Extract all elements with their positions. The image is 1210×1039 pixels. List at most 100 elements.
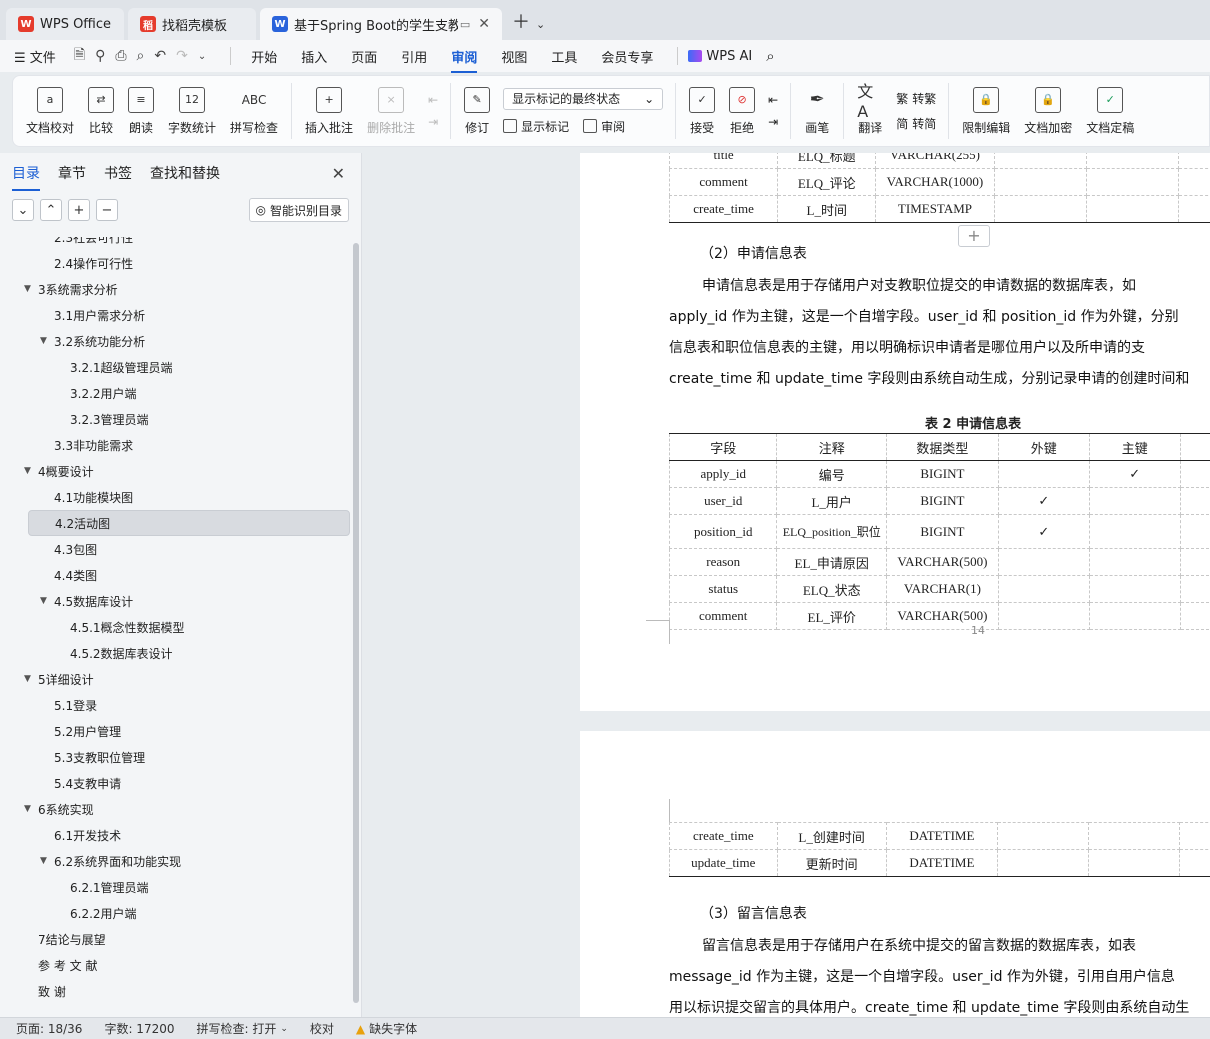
toc-item[interactable]: 致 谢 [0, 978, 352, 1004]
toc-item[interactable]: ▼ 6.2系统界面和功能实现 [0, 848, 352, 874]
toc-item[interactable]: 6.2.1管理员端 [0, 874, 352, 900]
toc-item[interactable]: 3.2.1超级管理员端 [0, 354, 352, 380]
toc-item[interactable]: 7结论与展望 [0, 926, 352, 952]
expand-arrow-icon[interactable]: ▼ [24, 284, 38, 294]
menu-tools[interactable]: 工具 [551, 47, 577, 66]
tab-find-replace[interactable]: 查找和替换 [150, 163, 220, 183]
restrict-edit-button[interactable]: 🔒 限制编辑 [955, 81, 1017, 141]
menu-insert[interactable]: 插入 [301, 47, 327, 66]
new-tab-icon[interactable]: ＋ [512, 8, 530, 34]
menu-file[interactable]: ☰ 文件 [14, 47, 56, 66]
next-revision-icon[interactable]: ⇥ [768, 115, 778, 129]
toc-item[interactable]: 3.3非功能需求 [0, 432, 352, 458]
revise-button[interactable]: ✎ 修订 [457, 81, 497, 141]
spell-check-button[interactable]: ABC 拼写检查 [223, 81, 285, 141]
word-count-indicator[interactable]: 字数: 17200 [104, 1020, 174, 1037]
expand-arrow-icon[interactable]: ▼ [40, 336, 54, 346]
tab-document[interactable]: W 基于Spring Boot的学生支教 ▭ ✕ [260, 8, 502, 40]
proofread-button[interactable]: a 文档校对 [19, 81, 81, 141]
page-indicator[interactable]: 页面: 18/36 [16, 1020, 82, 1037]
toc-item[interactable]: ▼ 3.2系统功能分析 [0, 328, 352, 354]
translate-button[interactable]: 文A 翻译 [850, 81, 890, 141]
reject-button[interactable]: ⊘ 拒绝 [722, 81, 762, 141]
expand-arrow-icon[interactable]: ▼ [24, 804, 38, 814]
encrypt-button[interactable]: 🔒 文档加密 [1017, 81, 1079, 141]
toc-item[interactable]: ▼ 4概要设计 [0, 458, 352, 484]
pen-button[interactable]: ✒ 画笔 [797, 81, 837, 141]
chevron-down-icon[interactable]: ⌄ [198, 51, 206, 62]
undo-icon[interactable]: ↶ [154, 48, 166, 64]
tab-template[interactable]: 稻 找稻壳模板 [128, 8, 256, 40]
menu-reference[interactable]: 引用 [401, 47, 427, 66]
print-icon[interactable]: ⎙ [115, 48, 126, 64]
close-icon[interactable]: ✕ [332, 164, 345, 183]
print-preview-icon[interactable]: ⌕ [137, 48, 145, 64]
remove-heading-icon[interactable]: − [96, 199, 118, 221]
previous-comment-icon[interactable]: ⇤ [428, 93, 438, 107]
to-traditional-button[interactable]: 繁转繁 [896, 90, 936, 107]
redo-icon[interactable]: ↷ [176, 48, 188, 64]
toc-item[interactable]: ▼ 3系统需求分析 [0, 276, 352, 302]
expand-arrow-icon[interactable]: ▼ [24, 674, 38, 684]
next-comment-icon[interactable]: ⇥ [428, 115, 438, 129]
menu-member[interactable]: 会员专享 [601, 47, 653, 66]
review-pane-button[interactable]: 审阅 [583, 118, 625, 135]
show-markup-button[interactable]: 显示标记 [503, 118, 569, 135]
to-simplified-button[interactable]: 简转简 [896, 115, 936, 132]
toc-item[interactable]: 2.3社会可行性 [0, 237, 352, 250]
toc-item[interactable]: 5.4支教申请 [0, 770, 352, 796]
save-icon[interactable]: 🗎 [74, 44, 85, 68]
proof-indicator[interactable]: 校对 [310, 1020, 334, 1037]
expand-icon[interactable]: ⌃ [40, 199, 62, 221]
compare-button[interactable]: ⇄ 比较 [81, 81, 121, 141]
toc-item[interactable]: 5.2用户管理 [0, 718, 352, 744]
menu-page[interactable]: 页面 [351, 47, 377, 66]
toc-item[interactable]: 3.2.2用户端 [0, 380, 352, 406]
collapse-icon[interactable]: ⌄ [12, 199, 34, 221]
close-icon[interactable]: ✕ [478, 16, 490, 32]
scrollbar[interactable] [353, 243, 359, 1003]
spell-check-indicator[interactable]: 拼写检查: 打开 ⌄ [197, 1020, 288, 1037]
missing-font-indicator[interactable]: ▲ 缺失字体 [356, 1020, 417, 1037]
smart-toc-button[interactable]: ◎ 智能识别目录 [248, 198, 349, 222]
tab-bookmark[interactable]: 书签 [104, 163, 132, 183]
tab-chapter[interactable]: 章节 [58, 163, 86, 183]
search-icon[interactable]: ⌕ [766, 47, 774, 65]
toc-item[interactable]: ▼ 5详细设计 [0, 666, 352, 692]
toc-item[interactable]: 3.1用户需求分析 [0, 302, 352, 328]
expand-arrow-icon[interactable]: ▼ [40, 596, 54, 606]
add-heading-icon[interactable]: + [68, 199, 90, 221]
toc-item[interactable]: 4.3包图 [0, 536, 352, 562]
menu-start[interactable]: 开始 [251, 47, 277, 66]
toc-item[interactable]: 4.2活动图 [28, 510, 350, 536]
toc-item[interactable]: 4.4类图 [0, 562, 352, 588]
toc-item[interactable]: 4.5.2数据库表设计 [0, 640, 352, 666]
previous-revision-icon[interactable]: ⇤ [768, 93, 778, 107]
add-row-button[interactable]: + [958, 225, 990, 247]
wps-ai-button[interactable]: WPS AI [688, 49, 752, 64]
finalize-button[interactable]: ✓ 文档定稿 [1079, 81, 1141, 141]
chevron-down-icon[interactable]: ⌄ [536, 18, 545, 31]
toc-item[interactable]: 6.2.2用户端 [0, 900, 352, 926]
toc-item[interactable]: 2.4操作可行性 [0, 250, 352, 276]
expand-arrow-icon[interactable]: ▼ [24, 466, 38, 476]
menu-view[interactable]: 视图 [501, 47, 527, 66]
toc-item[interactable]: 6.1开发技术 [0, 822, 352, 848]
toc-item[interactable]: 5.3支教职位管理 [0, 744, 352, 770]
tab-wps-office[interactable]: W WPS Office [6, 8, 124, 40]
markup-state-select[interactable]: 显示标记的最终状态 ⌄ [503, 87, 664, 110]
toc-item[interactable]: 4.1功能模块图 [0, 484, 352, 510]
toc-item[interactable]: 参 考 文 献 [0, 952, 352, 978]
word-count-button[interactable]: 12 字数统计 [161, 81, 223, 141]
toc-item[interactable]: 4.5.1概念性数据模型 [0, 614, 352, 640]
share-icon[interactable]: ⚲ [95, 48, 105, 64]
toc-item[interactable]: ▼ 6系统实现 [0, 796, 352, 822]
menu-review[interactable]: 审阅 [451, 47, 478, 73]
toc-item[interactable]: 3.2.3管理员端 [0, 406, 352, 432]
expand-arrow-icon[interactable]: ▼ [40, 856, 54, 866]
read-aloud-button[interactable]: ≡ 朗读 [121, 81, 161, 141]
toc-item[interactable]: 5.1登录 [0, 692, 352, 718]
insert-comment-button[interactable]: + 插入批注 [298, 81, 360, 141]
toc-item[interactable]: ▼ 4.5数据库设计 [0, 588, 352, 614]
tab-toc[interactable]: 目录 [12, 163, 40, 191]
